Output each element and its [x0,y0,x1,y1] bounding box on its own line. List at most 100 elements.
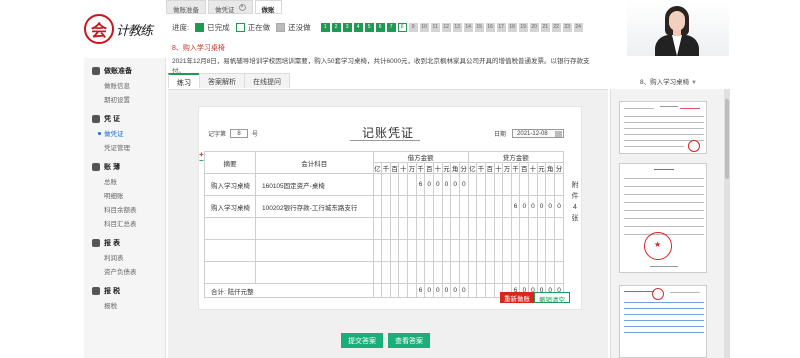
debit-digit-cell[interactable] [398,195,409,218]
debit-digit-cell[interactable] [415,195,426,218]
top-tab-2[interactable]: 做账 [254,0,282,14]
debit-digit-cell[interactable] [450,217,460,240]
debit-digit-cell[interactable]: 0 [458,173,469,196]
debit-digit-cell[interactable] [415,261,426,284]
debit-digit-cell[interactable] [441,261,452,284]
debit-digit-cell[interactable] [450,195,460,218]
account-cell[interactable] [254,239,374,262]
debit-digit-cell[interactable] [398,217,409,240]
voucher-date-input[interactable]: 2021-12-08 [512,129,565,138]
credit-digit-cell[interactable] [476,261,486,284]
debit-digit-cell[interactable]: 6 [415,173,426,196]
credit-digit-cell[interactable] [554,239,564,262]
preview-scrollbar-thumb[interactable] [725,99,729,179]
progress-step[interactable]: 4 [353,22,363,32]
account-cell[interactable]: 100202银行存款-工行城东路支行 [254,195,374,218]
remove-row-icon[interactable]: − [199,156,204,165]
top-tab-0[interactable]: 做账准备 [166,0,206,14]
progress-step[interactable]: 8 [397,22,407,32]
debit-digit-cell[interactable] [441,239,452,262]
progress-step[interactable]: 20 [529,22,539,32]
credit-digit-cell[interactable] [554,261,564,284]
debit-digit-cell[interactable] [441,195,452,218]
credit-digit-cell[interactable] [528,261,538,284]
progress-step[interactable]: 18 [507,22,517,32]
credit-digit-cell[interactable]: 6 [510,195,521,218]
preview-scrollbar[interactable] [724,89,730,358]
sub-tab-0[interactable]: 练习 [168,73,200,88]
credit-digit-cell[interactable] [467,217,478,240]
credit-digit-cell[interactable] [528,239,538,262]
progress-step[interactable]: 2 [331,22,341,32]
debit-digit-cell[interactable] [450,239,460,262]
credit-digit-cell[interactable] [493,195,504,218]
credit-digit-cell[interactable] [467,261,478,284]
debit-digit-cell[interactable]: 0 [433,173,443,196]
debit-digit-cell[interactable] [398,173,409,196]
credit-digit-cell[interactable] [536,173,547,196]
sub-tab-2[interactable]: 在线提问 [244,73,290,88]
credit-digit-cell[interactable]: 0 [528,195,538,218]
credit-digit-cell[interactable] [519,217,530,240]
debit-digit-cell[interactable] [424,239,435,262]
debit-digit-cell[interactable] [389,261,400,284]
sub-tab-1[interactable]: 答案解析 [199,73,245,88]
credit-digit-cell[interactable] [545,239,555,262]
credit-digit-cell[interactable] [502,261,512,284]
debit-digit-cell[interactable] [458,217,469,240]
debit-digit-cell[interactable] [433,261,443,284]
account-cell[interactable]: 160105固定资产-桌椅 [254,173,374,196]
credit-digit-cell[interactable] [502,195,512,218]
credit-digit-cell[interactable]: 0 [536,195,547,218]
credit-digit-cell[interactable] [536,261,547,284]
debit-digit-cell[interactable] [381,261,391,284]
progress-step[interactable]: 7 [386,22,396,32]
debit-digit-cell[interactable] [407,195,417,218]
debit-digit-cell[interactable] [441,217,452,240]
progress-step[interactable]: 21 [540,22,550,32]
account-cell[interactable] [254,261,374,284]
clear-voucher-button[interactable]: 撤销清空 [534,292,570,304]
debit-digit-cell[interactable] [424,261,435,284]
debit-digit-cell[interactable] [415,239,426,262]
sidebar-item[interactable]: 期初设置 [84,92,165,106]
sidebar-item[interactable]: 明细账 [84,188,165,202]
debit-digit-cell[interactable] [381,195,391,218]
progress-step[interactable]: 3 [342,22,352,32]
credit-digit-cell[interactable] [467,195,478,218]
debit-digit-cell[interactable] [433,239,443,262]
debit-digit-cell[interactable] [398,261,409,284]
sidebar-item[interactable]: 科目余额表 [84,202,165,216]
credit-digit-cell[interactable] [467,173,478,196]
submit-answer-button[interactable]: 提交答案 [341,333,383,348]
credit-digit-cell[interactable] [484,173,495,196]
credit-digit-cell[interactable] [493,261,504,284]
credit-digit-cell[interactable] [554,173,564,196]
debit-digit-cell[interactable] [450,261,460,284]
credit-digit-cell[interactable] [519,173,530,196]
debit-digit-cell[interactable] [372,173,383,196]
progress-step[interactable]: 1 [320,22,330,32]
debit-digit-cell[interactable] [407,173,417,196]
sidebar-item[interactable]: 做账信息 [84,78,165,92]
summary-cell[interactable]: 购入学习桌椅 [204,173,256,196]
credit-digit-cell[interactable] [502,217,512,240]
credit-digit-cell[interactable] [545,261,555,284]
receipt-thumbnail[interactable] [619,285,707,358]
summary-cell[interactable] [204,217,256,240]
credit-digit-cell[interactable] [502,173,512,196]
progress-step[interactable]: 22 [551,22,561,32]
progress-step[interactable]: 15 [474,22,484,32]
debit-digit-cell[interactable]: 0 [441,173,452,196]
debit-digit-cell[interactable] [458,261,469,284]
credit-digit-cell[interactable] [476,239,486,262]
invoice-thumbnail[interactable] [619,101,707,154]
credit-digit-cell[interactable] [502,239,512,262]
progress-step[interactable]: 13 [452,22,462,32]
credit-digit-cell[interactable] [484,195,495,218]
top-tab-1[interactable]: 做凭证 × [208,0,253,14]
debit-digit-cell[interactable] [372,195,383,218]
sidebar-item[interactable]: 总账 [84,174,165,188]
debit-digit-cell[interactable] [389,173,400,196]
credit-digit-cell[interactable] [554,217,564,240]
